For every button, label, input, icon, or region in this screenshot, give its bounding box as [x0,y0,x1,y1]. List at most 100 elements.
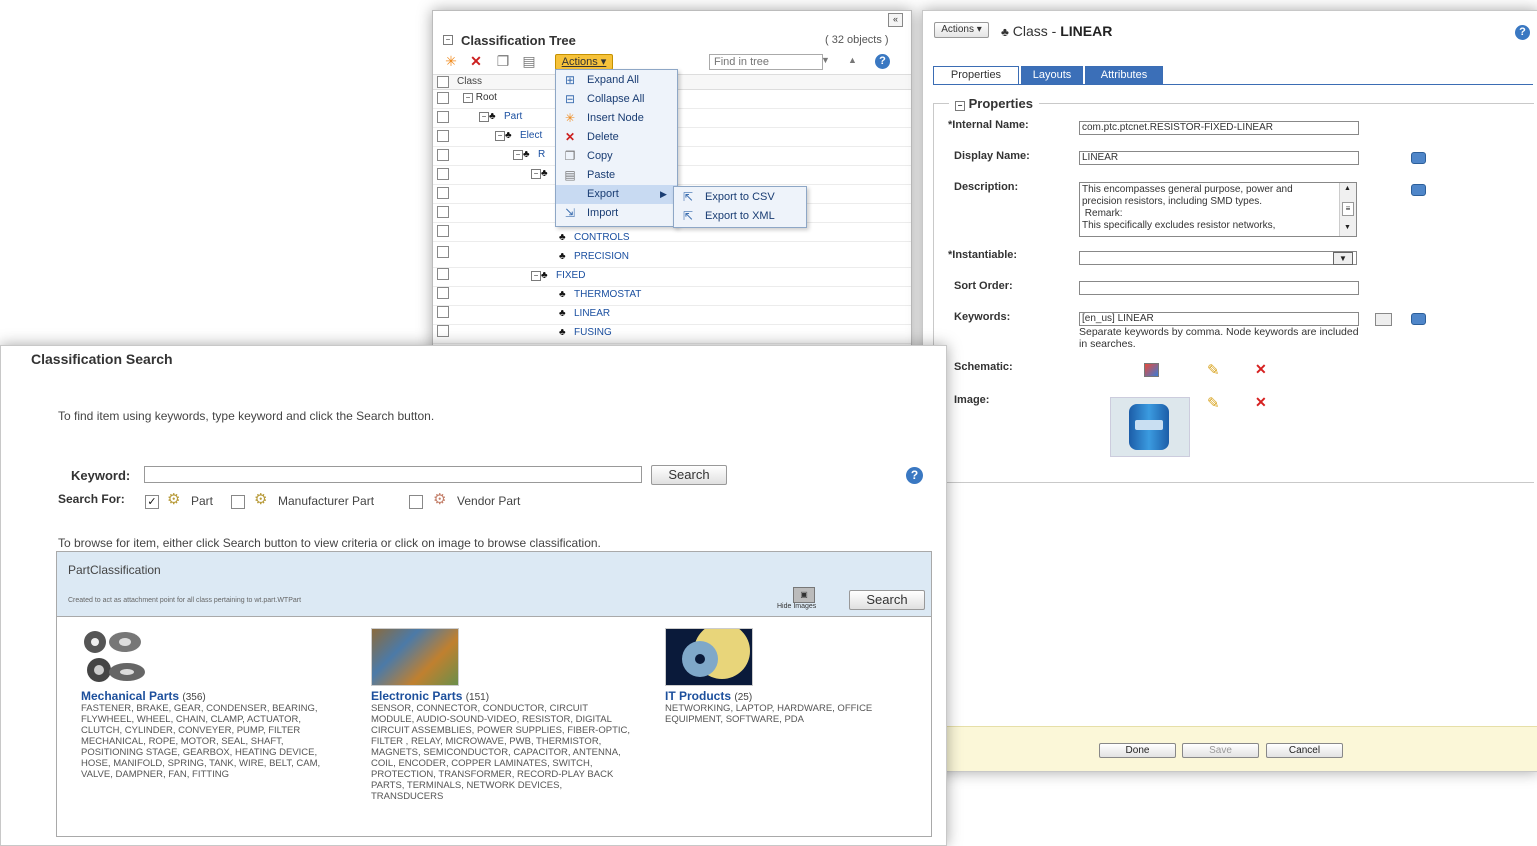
part-checkbox[interactable]: ✓ [145,495,159,509]
row-checkbox[interactable] [437,287,449,299]
electronic-parts-image[interactable] [371,628,459,686]
collapse-node-icon[interactable]: − [495,131,505,141]
cancel-button[interactable]: Cancel [1266,743,1343,758]
chevron-down-icon[interactable]: ▼ [1333,252,1353,265]
classification-search-button[interactable]: Search [849,590,925,610]
menu-item-insert-node[interactable]: ✳ Insert Node [556,109,677,128]
delete-icon[interactable]: ✕ [468,53,484,69]
edit-pencil-icon[interactable]: ✎ [1207,394,1220,412]
internal-name-field[interactable]: com.ptc.ptcnet.RESISTOR-FIXED-LINEAR [1079,121,1359,135]
schematic-thumbnail-icon[interactable] [1144,363,1159,377]
sort-order-field[interactable] [1079,281,1359,295]
tree-node-label[interactable]: LINEAR [574,308,610,319]
class-image-thumbnail[interactable] [1110,397,1190,457]
class-actions-button[interactable]: Actions ▾ [934,22,989,38]
menu-item-expand-all[interactable]: ⊞ Expand All [556,71,677,90]
tree-node-label[interactable]: Elect [520,130,542,141]
tree-node-label[interactable]: PRECISION [574,251,629,262]
keyword-search-button[interactable]: Search [651,465,727,485]
description-textarea[interactable]: This encompasses general purpose, power … [1079,182,1357,237]
remove-icon[interactable]: ✕ [1255,361,1267,378]
menu-item-delete[interactable]: ✕ Delete [556,128,677,147]
menu-item-copy[interactable]: ❐ Copy [556,147,677,166]
remove-icon[interactable]: ✕ [1255,394,1267,411]
arrow-down-icon[interactable]: ▼ [821,55,830,65]
row-checkbox[interactable] [437,168,449,180]
tree-node-label[interactable]: THERMOSTAT [574,289,641,300]
instantiable-select[interactable] [1079,251,1357,265]
it-products-image[interactable] [665,628,753,686]
tree-row[interactable]: ♣ PRECISION [433,246,911,268]
section-toggle-icon[interactable]: − [955,101,965,111]
mechanical-parts-link[interactable]: Mechanical Parts (356) [81,689,206,703]
row-checkbox[interactable] [437,246,449,258]
tree-row[interactable]: − ♣ FIXED [433,267,911,287]
collapse-node-icon[interactable]: − [463,93,473,103]
help-icon[interactable]: ? [1515,25,1530,40]
tree-row[interactable]: ♣ LINEAR [433,305,911,325]
manufacturer-part-checkbox[interactable] [231,495,245,509]
insert-node-icon[interactable]: ✳ [443,53,459,69]
help-icon[interactable]: ? [875,54,890,69]
copy-icon[interactable]: ❐ [495,53,511,69]
scroll-thumb[interactable]: ≡ [1342,202,1354,216]
row-checkbox[interactable] [437,92,449,104]
scroll-up-icon[interactable]: ▲ [1344,185,1351,192]
row-checkbox[interactable] [437,149,449,161]
tab-layouts[interactable]: Layouts [1021,66,1083,85]
find-in-tree-input[interactable] [709,54,823,70]
description-scrollbar[interactable]: ▲ ≡ ▼ [1339,183,1356,236]
scroll-down-icon[interactable]: ▼ [1344,224,1351,231]
menu-item-import[interactable]: ⇲ Import [556,204,677,223]
tree-node-label[interactable]: FIXED [556,270,585,281]
keywords-picker-button[interactable] [1375,313,1392,326]
row-checkbox[interactable] [437,187,449,199]
tab-attributes[interactable]: Attributes [1085,66,1163,85]
tree-node-label[interactable]: R [538,149,545,160]
vendor-part-checkbox[interactable] [409,495,423,509]
row-checkbox[interactable] [437,325,449,337]
edit-pencil-icon[interactable]: ✎ [1207,361,1220,379]
keywords-field[interactable]: [en_us] LINEAR [1079,312,1359,326]
menu-item-collapse-all[interactable]: ⊟ Collapse All [556,90,677,109]
display-name-field[interactable]: LINEAR [1079,151,1359,165]
it-products-link[interactable]: IT Products (25) [665,689,752,703]
electronic-parts-link[interactable]: Electronic Parts (151) [371,689,489,703]
menu-item-export[interactable]: Export ▶ [556,185,677,204]
help-icon[interactable]: ? [906,467,923,484]
tree-node-label[interactable]: Part [504,111,522,122]
menu-item-paste[interactable]: ▤ Paste [556,166,677,185]
localize-icon[interactable] [1411,184,1426,196]
tree-actions-button[interactable]: Actions ▾ [555,54,613,70]
tree-row[interactable]: ♣ CONTROLS [433,229,911,248]
arrow-up-icon[interactable]: ▲ [848,55,857,65]
tree-row[interactable]: ♣ THERMOSTAT [433,286,911,306]
done-button[interactable]: Done [1099,743,1176,758]
row-checkbox[interactable] [437,111,449,123]
menu-item-export-csv[interactable]: ⇱ Export to CSV [674,188,806,207]
keyword-input[interactable] [144,466,642,483]
tree-node-label[interactable]: FUSING [574,327,612,338]
menu-item-export-xml[interactable]: ⇱ Export to XML [674,207,806,226]
save-button[interactable]: Save [1182,743,1259,758]
row-checkbox[interactable] [437,268,449,280]
paste-icon[interactable]: ▤ [521,53,537,69]
localize-icon[interactable] [1411,152,1426,164]
tab-properties[interactable]: Properties [933,66,1019,85]
row-checkbox[interactable] [437,130,449,142]
hide-images-label[interactable]: Hide Images [777,603,816,610]
tree-node-label[interactable]: CONTROLS [574,232,630,243]
row-checkbox[interactable] [437,206,449,218]
hide-images-icon[interactable]: ▣ [793,587,815,603]
tree-section-toggle[interactable]: − [443,35,453,45]
select-all-checkbox[interactable] [437,76,449,88]
collapse-node-icon[interactable]: − [513,150,523,160]
row-checkbox[interactable] [437,306,449,318]
collapse-node-icon[interactable]: − [531,169,541,179]
mechanical-parts-image[interactable] [81,628,171,684]
collapse-panel-button[interactable]: « [888,13,903,27]
collapse-node-icon[interactable]: − [531,271,541,281]
tree-row[interactable]: ♣ FUSING [433,324,911,344]
tree-node-label[interactable]: Root [476,92,497,103]
collapse-node-icon[interactable]: − [479,112,489,122]
